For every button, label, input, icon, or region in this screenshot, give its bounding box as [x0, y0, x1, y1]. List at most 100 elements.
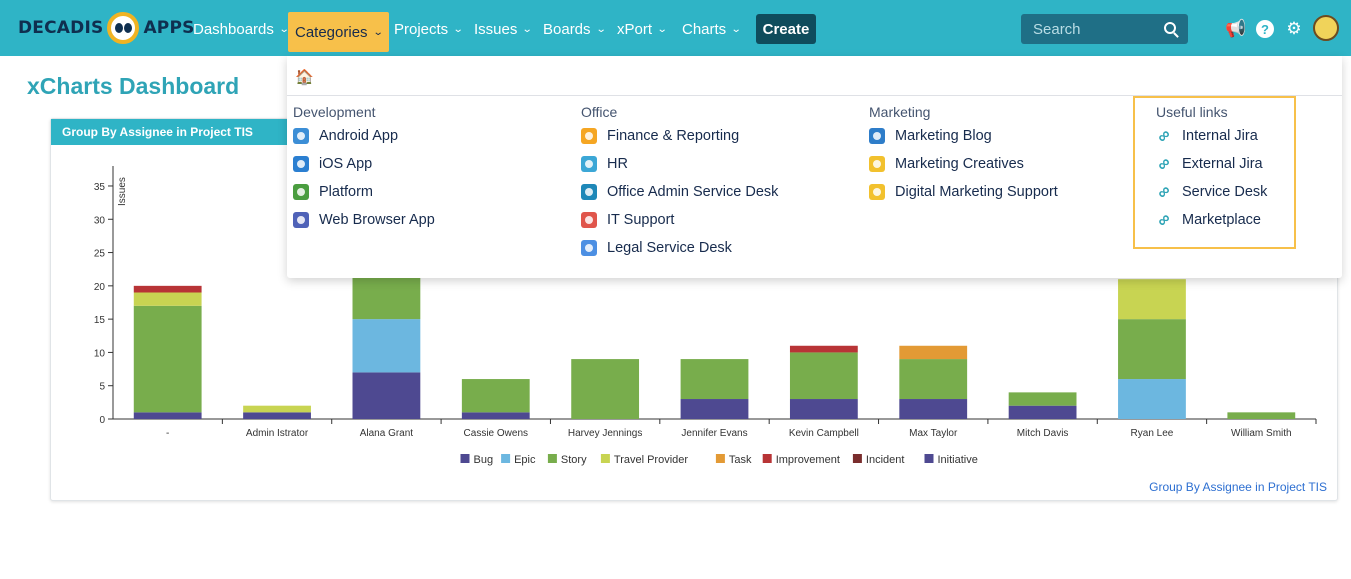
nav-boards[interactable]: Boards ⌄ [536, 14, 612, 44]
x-tick-label: Max Taylor [909, 428, 958, 439]
bar-segment-story [1008, 392, 1077, 406]
gadget-title: Group By Assignee in Project TIS [51, 119, 289, 145]
menu-item-marketing-creatives[interactable]: Marketing Creatives [869, 150, 1058, 178]
avatar[interactable] [1313, 15, 1339, 41]
bar-segment-story [680, 359, 749, 400]
legend-label: Story [561, 454, 587, 466]
home-icon[interactable]: 🏠 [295, 68, 314, 86]
menu-item-label: External Jira [1182, 156, 1263, 172]
link-icon: ∞ [1152, 208, 1175, 231]
x-tick-label: William Smith [1231, 428, 1292, 439]
menu-item-service-desk[interactable]: ∞ Service Desk [1153, 178, 1268, 206]
search-icon[interactable] [1164, 22, 1176, 34]
gear-icon[interactable]: ⚙ [1283, 18, 1305, 40]
bar-segment-epic [352, 319, 421, 373]
legend-swatch [460, 454, 470, 463]
chevron-down-icon: ⌄ [452, 23, 464, 35]
menu-item-internal-jira[interactable]: ∞ Internal Jira [1152, 122, 1267, 150]
nav-charts[interactable]: Charts ⌄ [675, 14, 748, 44]
help-icon[interactable]: ? [1256, 20, 1274, 38]
menu-column-office: Office Finance & Reporting HR Office Adm… [581, 104, 778, 262]
bar-segment-bug [352, 372, 421, 419]
nav-issues[interactable]: Issues ⌄ [467, 14, 539, 44]
menu-item-label: Marketplace [1182, 212, 1261, 228]
menu-item-label: Legal Service Desk [607, 240, 732, 256]
x-tick-label: Cassie Owens [464, 428, 528, 439]
nav-xport[interactable]: xPort ⌄ [610, 14, 673, 44]
bar-segment-travel-provider [243, 405, 311, 413]
menu-item-label: Office Admin Service Desk [607, 184, 779, 200]
nav-boards-label: Boards [543, 20, 591, 38]
legend-label: Travel Provider [614, 454, 689, 466]
nav-projects-label: Projects [394, 20, 449, 38]
legend-label: Improvement [776, 454, 840, 466]
bar-segment-improvement [789, 345, 858, 353]
y-tick-label: 0 [99, 415, 105, 426]
chevron-down-icon: ⌄ [372, 26, 384, 38]
menu-item-finance-reporting[interactable]: Finance & Reporting [581, 122, 778, 150]
menu-column-marketing: Marketing Marketing Blog Marketing Creat… [869, 104, 1058, 206]
menu-item-it-support[interactable]: IT Support [581, 206, 778, 234]
creatives-icon [869, 156, 885, 172]
menu-item-label: Digital Marketing Support [895, 184, 1058, 200]
menu-item-label: IT Support [607, 212, 675, 228]
nav-issues-label: Issues [474, 20, 518, 38]
menu-item-external-jira[interactable]: ∞ External Jira [1152, 150, 1267, 178]
menu-item-label: Service Desk [1182, 184, 1268, 200]
bar-segment-bug [789, 399, 858, 419]
column-heading: Useful links [1156, 104, 1228, 120]
legal-icon [581, 240, 597, 256]
gadget-footer-link[interactable]: Group By Assignee in Project TIS [1149, 480, 1327, 494]
legend-label: Bug [474, 454, 494, 466]
search-input[interactable]: Search [1021, 14, 1188, 44]
x-tick-label: Alana Grant [360, 428, 414, 439]
menu-item-digital-marketing-support[interactable]: Digital Marketing Support [869, 178, 1058, 206]
menu-item-platform[interactable]: Platform [293, 178, 435, 206]
nav-categories[interactable]: Categories ⌄ [288, 12, 389, 52]
menu-item-legal-service-desk[interactable]: Legal Service Desk [581, 234, 778, 262]
chevron-down-icon: ⌄ [656, 23, 668, 35]
link-icon: ∞ [1152, 124, 1175, 147]
y-tick-label: 30 [94, 215, 106, 226]
nav-dashboards[interactable]: Dashboards ⌄ [186, 14, 295, 44]
menu-item-marketplace[interactable]: ∞ Marketplace [1152, 206, 1267, 234]
support-icon [869, 184, 885, 200]
legend-label: Incident [866, 454, 905, 466]
column-heading: Office [581, 104, 618, 120]
bar-segment-story [1227, 412, 1296, 419]
menu-item-web-browser-app[interactable]: Web Browser App [293, 206, 435, 234]
menu-item-label: Platform [319, 184, 373, 200]
nav-projects[interactable]: Projects ⌄ [387, 14, 470, 44]
menu-item-label: HR [607, 156, 628, 172]
bar-segment-story [571, 359, 640, 419]
legend-swatch [852, 454, 862, 463]
page-title: xCharts Dashboard [27, 73, 240, 99]
legend-label: Task [729, 454, 752, 466]
blog-icon [869, 128, 885, 144]
menu-item-label: iOS App [319, 156, 373, 172]
y-tick-label: 35 [94, 182, 106, 193]
bar-segment-story [133, 305, 202, 413]
bar-segment-epic [1118, 379, 1186, 419]
menu-item-ios-app[interactable]: iOS App [293, 150, 435, 178]
x-tick-label: Ryan Lee [1131, 428, 1174, 439]
finance-icon [581, 128, 597, 144]
megaphone-icon[interactable]: 📢 [1225, 18, 1247, 40]
bar-segment-travel-provider [133, 292, 202, 306]
legend-swatch [762, 454, 772, 463]
legend-label: Initiative [938, 454, 978, 466]
categories-dropdown-menu: 🏠 Development Android App iOS App Platfo… [287, 56, 1342, 278]
x-tick-label: Harvey Jennings [568, 428, 642, 439]
menu-item-office-admin-service-desk[interactable]: Office Admin Service Desk [581, 178, 778, 206]
bar-segment-story [789, 352, 858, 400]
bar-segment-bug [899, 399, 968, 419]
chevron-down-icon: ⌄ [522, 23, 534, 35]
menu-item-android-app[interactable]: Android App [293, 122, 435, 150]
create-button[interactable]: Create [756, 14, 816, 44]
link-icon: ∞ [1152, 152, 1175, 175]
legend-label: Epic [514, 454, 536, 466]
menu-item-marketing-blog[interactable]: Marketing Blog [869, 122, 1058, 150]
menu-item-hr[interactable]: HR [581, 150, 778, 178]
decadis-apps-logo[interactable]: DECADIS APPS [18, 12, 195, 44]
menu-item-label: Internal Jira [1182, 128, 1258, 144]
